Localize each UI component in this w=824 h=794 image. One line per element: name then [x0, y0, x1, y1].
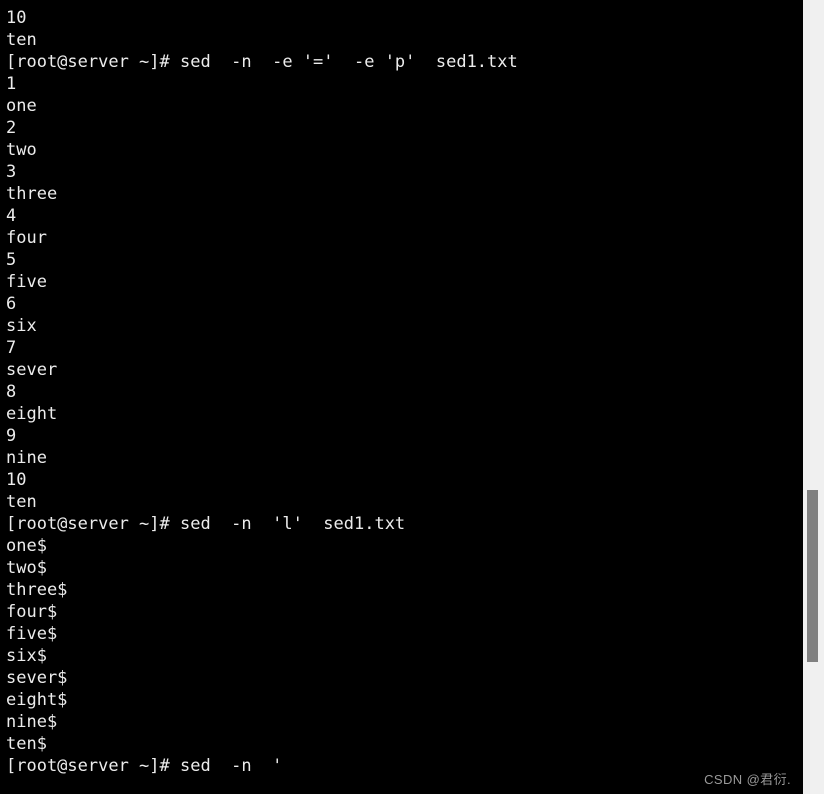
terminal-line: five$: [6, 624, 58, 644]
terminal-line: four$: [6, 602, 58, 622]
terminal-line: eight$: [6, 690, 68, 710]
terminal-line: eight: [6, 404, 58, 424]
terminal-line: 7: [6, 338, 17, 358]
terminal-line: four: [6, 228, 47, 248]
terminal-line: 4: [6, 206, 17, 226]
terminal-line: 10: [6, 470, 27, 490]
terminal-line: 10: [6, 8, 27, 28]
terminal-line: sever: [6, 360, 58, 380]
terminal-window: 10 ten [root@server ~]# sed -n -e '=' -e '…: [0, 0, 824, 794]
terminal-line: six: [6, 316, 37, 336]
terminal-line: 2: [6, 118, 17, 138]
terminal-line: [root@server ~]# sed -n -e '=' -e 'p' se…: [6, 52, 518, 72]
terminal-line: ten: [6, 30, 37, 50]
terminal-line: 5: [6, 250, 17, 270]
terminal-line: nine$: [6, 712, 58, 732]
terminal-line: six$: [6, 646, 47, 666]
terminal-line: 6: [6, 294, 17, 314]
terminal-line: two: [6, 140, 37, 160]
terminal-line: ten$: [6, 734, 47, 754]
terminal-line: ten: [6, 492, 37, 512]
terminal-line: two$: [6, 558, 47, 578]
terminal-line: 1: [6, 74, 17, 94]
terminal-line: nine: [6, 448, 47, 468]
terminal-line: one: [6, 96, 37, 116]
terminal-output-area[interactable]: 10 ten [root@server ~]# sed -n -e '=' -e '…: [0, 0, 803, 794]
terminal-line: three$: [6, 580, 68, 600]
terminal-line: five: [6, 272, 47, 292]
terminal-line-list: 10 ten [root@server ~]# sed -n -e '=' -e '…: [6, 7, 803, 777]
terminal-line: 3: [6, 162, 17, 182]
terminal-line: sever$: [6, 668, 68, 688]
terminal-line: [root@server ~]# sed -n ': [6, 756, 283, 776]
terminal-line: one$: [6, 536, 47, 556]
terminal-line: 9: [6, 426, 17, 446]
vertical-scrollbar[interactable]: [803, 0, 824, 794]
terminal-line: [root@server ~]# sed -n 'l' sed1.txt: [6, 514, 406, 534]
terminal-line: 8: [6, 382, 17, 402]
csdn-watermark: CSDN @君衍.: [704, 772, 791, 787]
terminal-line: three: [6, 184, 58, 204]
scrollbar-thumb[interactable]: [807, 490, 818, 662]
